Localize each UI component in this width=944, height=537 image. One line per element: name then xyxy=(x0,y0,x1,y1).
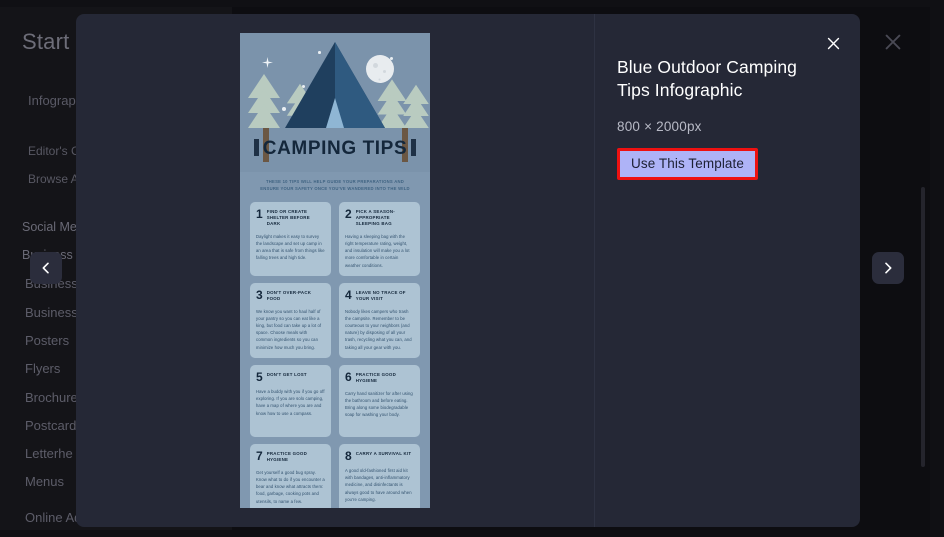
tip-header: 2 PICK A SEASON-APPROPRIATE SLEEPING BAG xyxy=(345,208,414,228)
tip-body: Have a buddy with you if you go off expl… xyxy=(256,388,325,416)
tip-header: 4 LEAVE NO TRACE OF YOUR VISIT xyxy=(345,289,414,303)
star-icon xyxy=(390,57,393,60)
sidebar-item-business[interactable]: Business xyxy=(25,305,78,320)
tip-title: DON'T OVER-PACK FOOD xyxy=(266,289,312,302)
template-preview-modal: CAMPING TIPS THESE 10 TIPS WILL HELP GUI… xyxy=(76,14,860,527)
infographic-heading: CAMPING TIPS xyxy=(240,138,430,160)
tips-grid: 1 FIND OR CREATE SHELTER BEFORE DARK Day… xyxy=(250,201,420,508)
sidebar-section-social-media: Social Me xyxy=(22,220,77,234)
tip-body: Nobody likes campers who trash the camps… xyxy=(345,308,412,350)
sidebar-item-flyers[interactable]: Flyers xyxy=(25,361,60,376)
tip-header: 5 DON'T GET LOST xyxy=(256,371,325,383)
preview-pane: CAMPING TIPS THESE 10 TIPS WILL HELP GUI… xyxy=(76,14,594,527)
use-template-highlight: Use This Template xyxy=(617,147,759,180)
tip-number: 7 xyxy=(256,448,263,463)
tip-header: 7 PRACTICE GOOD HYGIENE xyxy=(256,450,325,464)
tip-header: 6 PRACTICE GOOD HYGIENE xyxy=(345,371,414,385)
tip-title: PICK A SEASON-APPROPRIATE SLEEPING BAG xyxy=(355,208,395,227)
tip-card: 5 DON'T GET LOST Have a buddy with you i… xyxy=(250,364,331,437)
tip-card: 3 DON'T OVER-PACK FOOD We know you want … xyxy=(250,282,331,358)
heading-bar-left xyxy=(253,139,259,156)
template-details-pane: Blue Outdoor Camping Tips Infographic 80… xyxy=(595,14,860,527)
tip-title: DON'T GET LOST xyxy=(266,371,307,377)
use-this-template-button[interactable]: Use This Template xyxy=(620,150,756,177)
tip-title: LEAVE NO TRACE OF YOUR VISIT xyxy=(355,289,406,302)
chevron-left-icon xyxy=(42,262,49,274)
infographic-hero: CAMPING TIPS xyxy=(240,33,430,172)
background-close-icon[interactable] xyxy=(882,31,904,53)
sidebar-item-menus[interactable]: Menus xyxy=(25,474,64,489)
heading-bar-right xyxy=(411,139,417,156)
sidebar-link-editors-choice[interactable]: Editor's C xyxy=(28,144,80,158)
sidebar-category-label: Infograp xyxy=(28,93,76,108)
scrollbar[interactable] xyxy=(921,187,925,467)
tip-number: 2 xyxy=(345,206,352,221)
tip-header: 3 DON'T OVER-PACK FOOD xyxy=(256,289,325,303)
tip-number: 1 xyxy=(256,206,263,221)
tip-card: 7 PRACTICE GOOD HYGIENE Get yourself a g… xyxy=(250,443,331,508)
tip-body: A good old-fashioned first aid kit with … xyxy=(345,467,412,502)
sidebar-item-brochures[interactable]: Brochure xyxy=(25,390,78,405)
tip-card: 6 PRACTICE GOOD HYGIENE Carry hand sanit… xyxy=(339,364,420,437)
tip-body: Get yourself a good bug spray. Know what… xyxy=(256,469,325,504)
tip-number: 6 xyxy=(345,369,352,384)
tip-card: 2 PICK A SEASON-APPROPRIATE SLEEPING BAG… xyxy=(339,201,420,276)
tip-number: 3 xyxy=(256,287,263,302)
tip-card: 8 CARRY A SURVIVAL KIT A good old-fashio… xyxy=(339,443,420,508)
tip-title: PRACTICE GOOD HYGIENE xyxy=(355,371,397,384)
tip-number: 8 xyxy=(345,448,352,463)
tip-body: Carry hand sanitizer for after using the… xyxy=(345,390,413,418)
template-title: Blue Outdoor Camping Tips Infographic xyxy=(617,57,798,101)
tip-card: 1 FIND OR CREATE SHELTER BEFORE DARK Day… xyxy=(250,201,331,276)
previous-template-button[interactable] xyxy=(30,252,62,284)
modal-close-button[interactable] xyxy=(820,30,846,56)
tip-title: FIND OR CREATE SHELTER BEFORE DARK xyxy=(266,208,310,227)
sidebar-item-postcards[interactable]: Postcard xyxy=(25,418,76,433)
tree-icon xyxy=(248,74,280,128)
tip-header: 1 FIND OR CREATE SHELTER BEFORE DARK xyxy=(256,208,325,228)
chevron-right-icon xyxy=(885,262,892,274)
tip-number: 5 xyxy=(256,369,263,384)
tip-title: CARRY A SURVIVAL KIT xyxy=(355,450,412,456)
tip-body: Daylight makes it easy to survey the lan… xyxy=(256,233,325,261)
close-icon xyxy=(827,37,839,49)
sidebar-item-letterheads[interactable]: Letterhe xyxy=(25,446,73,461)
tip-header: 8 CARRY A SURVIVAL KIT xyxy=(345,450,414,462)
heading-text: CAMPING TIPS xyxy=(262,138,408,159)
infographic-preview[interactable]: CAMPING TIPS THESE 10 TIPS WILL HELP GUI… xyxy=(240,33,430,508)
sidebar-item-posters[interactable]: Posters xyxy=(25,333,69,348)
tip-body: Having a sleeping bag with the right tem… xyxy=(345,233,410,268)
next-template-button[interactable] xyxy=(872,252,904,284)
tip-body: We know you want to haul half of your pa… xyxy=(256,308,322,350)
tip-card: 4 LEAVE NO TRACE OF YOUR VISIT Nobody li… xyxy=(339,282,420,358)
sidebar-item-online-ads[interactable]: Online Ad xyxy=(25,510,81,525)
sparkle-icon xyxy=(262,55,273,68)
tip-title: PRACTICE GOOD HYGIENE xyxy=(266,450,308,463)
template-dimensions: 800 × 2000px xyxy=(617,118,702,134)
infographic-subtitle: THESE 10 TIPS WILL HELP GUIDE YOUR PREPA… xyxy=(260,179,410,191)
tent-door xyxy=(326,98,344,128)
tree-icon xyxy=(403,84,429,128)
tip-number: 4 xyxy=(345,287,352,302)
app-root: Start a Infograp Editor's C Browse A Soc… xyxy=(0,0,944,537)
sidebar-link-browse-all[interactable]: Browse A xyxy=(28,172,79,186)
